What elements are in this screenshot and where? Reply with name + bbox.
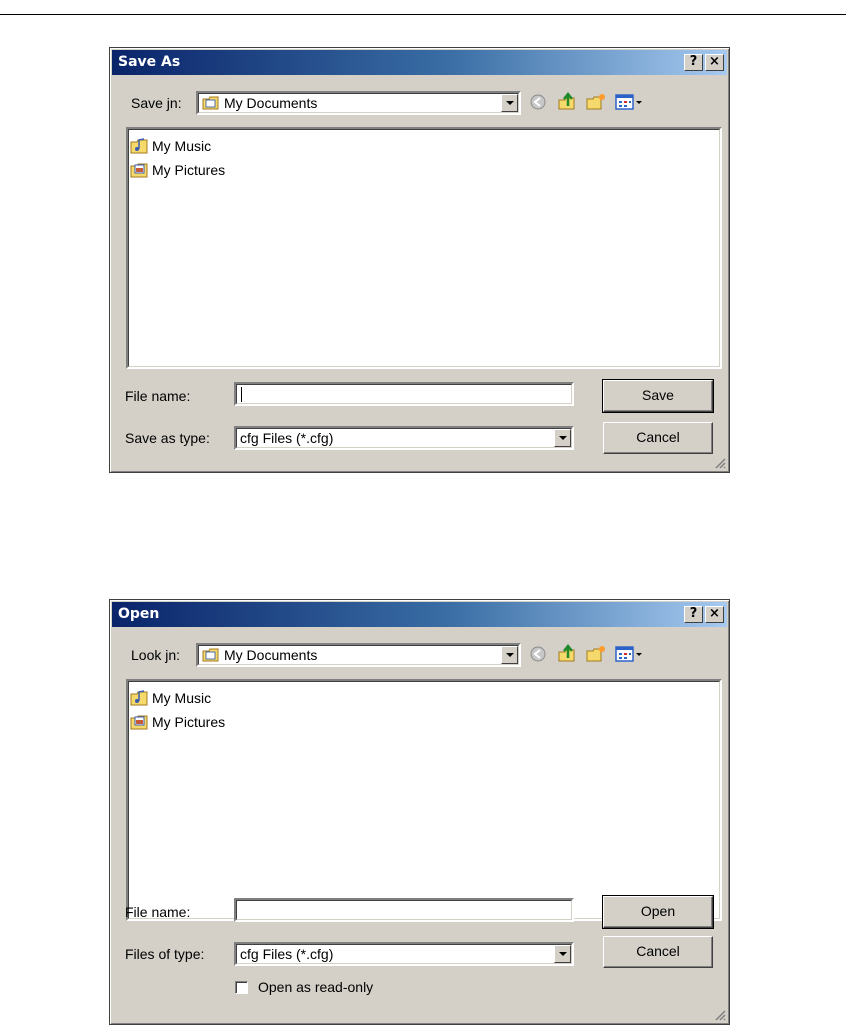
file-name: My Music bbox=[152, 138, 212, 154]
file-list[interactable]: My Music My Pictures bbox=[126, 127, 722, 369]
location-value: My Documents bbox=[224, 647, 318, 663]
page-top-rule bbox=[0, 14, 846, 15]
dialog-title: Save As bbox=[118, 54, 181, 70]
location-value: My Documents bbox=[224, 95, 318, 111]
filetype-value: cfg Files (*.cfg) bbox=[240, 946, 334, 962]
filetype-label: Save as type: bbox=[125, 430, 210, 446]
location-label: Look jn: bbox=[131, 647, 181, 663]
filename-label: File name: bbox=[125, 904, 191, 920]
file-name: My Pictures bbox=[152, 162, 226, 178]
readonly-checkbox[interactable] bbox=[235, 981, 248, 994]
filetype-dropdown-arrow[interactable] bbox=[554, 945, 571, 963]
file-name: My Pictures bbox=[152, 714, 226, 730]
help-button[interactable]: ? bbox=[684, 606, 703, 623]
readonly-label[interactable]: Open as read-only bbox=[258, 979, 373, 995]
location-dropdown[interactable]: My Documents bbox=[196, 91, 521, 115]
music-folder-icon bbox=[130, 690, 148, 706]
views-menu-icon[interactable] bbox=[615, 645, 645, 663]
resize-grip-icon[interactable] bbox=[714, 457, 726, 469]
file-list[interactable]: My Music My Pictures bbox=[126, 679, 722, 921]
save-button[interactable]: Save bbox=[602, 379, 714, 413]
views-menu-icon[interactable] bbox=[615, 93, 645, 111]
close-button[interactable]: × bbox=[705, 54, 724, 71]
music-folder-icon bbox=[130, 138, 148, 154]
close-button[interactable]: × bbox=[705, 606, 724, 623]
location-dropdown[interactable]: My Documents bbox=[196, 643, 521, 667]
back-icon[interactable] bbox=[528, 93, 548, 111]
new-folder-icon[interactable] bbox=[586, 645, 606, 663]
filetype-value: cfg Files (*.cfg) bbox=[240, 430, 334, 446]
cancel-button[interactable]: Cancel bbox=[603, 422, 713, 454]
cancel-button[interactable]: Cancel bbox=[603, 936, 713, 968]
filetype-dropdown[interactable]: cfg Files (*.cfg) bbox=[234, 942, 574, 966]
title-bar[interactable]: Open ? × bbox=[112, 602, 727, 627]
title-bar[interactable]: Save As ? × bbox=[112, 50, 727, 75]
pictures-folder-icon bbox=[130, 715, 148, 730]
text-caret bbox=[241, 387, 242, 402]
open-dialog: Open ? × Look jn: My Documents My Music … bbox=[109, 599, 730, 1025]
filetype-label: Files of type: bbox=[125, 946, 205, 962]
back-icon[interactable] bbox=[528, 645, 548, 663]
save-as-dialog: Save As ? × Save jn: My Documents My Mus… bbox=[109, 47, 730, 473]
dialog-title: Open bbox=[118, 606, 160, 622]
location-dropdown-arrow[interactable] bbox=[501, 646, 518, 664]
up-folder-icon[interactable] bbox=[557, 92, 577, 110]
resize-grip-icon[interactable] bbox=[714, 1009, 726, 1021]
filename-label: File name: bbox=[125, 388, 191, 404]
new-folder-icon[interactable] bbox=[586, 93, 606, 111]
filename-input[interactable] bbox=[234, 898, 574, 922]
file-name: My Music bbox=[152, 690, 212, 706]
filetype-dropdown-arrow[interactable] bbox=[554, 429, 571, 447]
filename-input[interactable] bbox=[234, 382, 574, 406]
pictures-folder-icon bbox=[130, 163, 148, 178]
my-documents-folder-icon bbox=[202, 96, 219, 110]
open-button[interactable]: Open bbox=[602, 895, 714, 929]
filetype-dropdown[interactable]: cfg Files (*.cfg) bbox=[234, 426, 574, 450]
up-folder-icon[interactable] bbox=[557, 644, 577, 662]
my-documents-folder-icon bbox=[202, 648, 219, 662]
location-dropdown-arrow[interactable] bbox=[501, 94, 518, 112]
help-button[interactable]: ? bbox=[684, 54, 703, 71]
location-label: Save jn: bbox=[131, 95, 182, 111]
